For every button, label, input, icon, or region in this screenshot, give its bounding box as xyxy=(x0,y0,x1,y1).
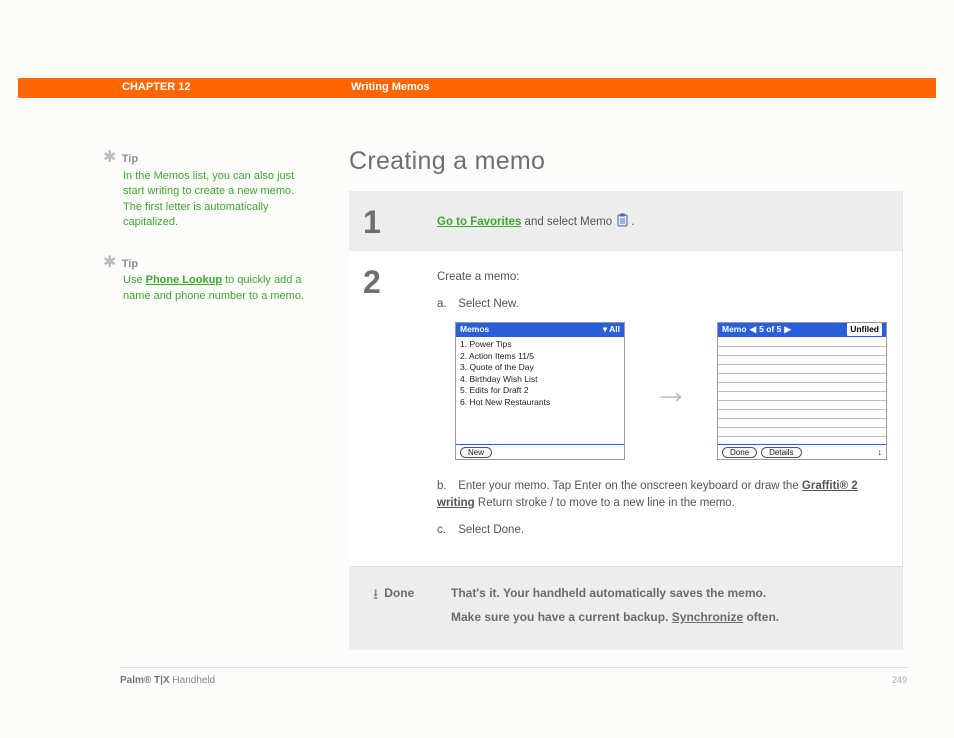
substep-letter: c. xyxy=(437,522,455,539)
memos-list-screen: Memos ▾ All 1. Power Tips 2. Action Item… xyxy=(455,322,625,460)
chapter-label: CHAPTER 12 xyxy=(122,80,190,96)
asterisk-icon: ✱ xyxy=(103,150,116,166)
page-number: 249 xyxy=(892,674,907,689)
device-screenshots: Memos ▾ All 1. Power Tips 2. Action Item… xyxy=(455,322,887,460)
phone-lookup-link[interactable]: Phone Lookup xyxy=(146,274,222,286)
done-block: ⭳ Done That's it. Your handheld automati… xyxy=(349,566,903,650)
substep-letter: a. xyxy=(437,296,455,313)
nav-prev-icon[interactable]: ◀ xyxy=(750,323,757,336)
chapter-header-bar: CHAPTER 12 Writing Memos xyxy=(18,78,936,98)
substep-b: b. Enter your memo. Tap Enter on the ons… xyxy=(437,478,887,511)
details-button[interactable]: Details xyxy=(761,447,801,458)
substep-text: Select Done. xyxy=(458,524,524,536)
list-item[interactable]: 2. Action Items 11/5 xyxy=(460,351,620,362)
step-body: Go to Favorites and select Memo . xyxy=(423,191,902,251)
screen-title: Memos xyxy=(460,323,489,336)
tip-block-1: ✱ Tip In the Memos list, you can also ju… xyxy=(103,150,308,231)
memo-text-area[interactable] xyxy=(718,336,886,445)
list-item[interactable]: 1. Power Tips xyxy=(460,339,620,350)
done-text: often. xyxy=(743,610,779,624)
done-text: Make sure you have a current backup. xyxy=(451,610,672,624)
nav-next-icon[interactable]: ▶ xyxy=(784,323,791,336)
down-arrow-icon: ⭳ xyxy=(373,585,378,605)
substep-text: Enter your memo. Tap Enter on the onscre… xyxy=(458,480,802,492)
asterisk-icon: ✱ xyxy=(103,255,116,271)
tip-body: Use Phone Lookup to quickly add a name a… xyxy=(123,273,308,304)
synchronize-link[interactable]: Synchronize xyxy=(672,610,743,624)
arrow-right-icon: → xyxy=(653,373,689,409)
tips-sidebar: ✱ Tip In the Memos list, you can also ju… xyxy=(103,150,308,328)
step-number: 2 xyxy=(349,251,423,566)
list-item[interactable]: 5. Edits for Draft 2 xyxy=(460,385,620,396)
memo-edit-screen: Memo ◀ 5 of 5 ▶ Unfiled Done Details ↓ xyxy=(717,322,887,460)
step-number: 1 xyxy=(349,191,423,251)
tip-label: Tip xyxy=(122,258,138,270)
category-dropdown[interactable]: ▾ All xyxy=(603,323,620,336)
step-1: 1 Go to Favorites and select Memo . xyxy=(349,191,903,251)
list-item[interactable]: 4. Birthday Wish List xyxy=(460,374,620,385)
screen-title: Memo xyxy=(722,323,747,336)
tip-body: In the Memos list, you can also just sta… xyxy=(123,169,308,231)
step-body: Create a memo: a. Select New. Memos ▾ Al… xyxy=(423,251,909,566)
substep-letter: b. xyxy=(437,478,455,495)
section-label: Writing Memos xyxy=(351,80,430,96)
done-body: That's it. Your handheld automatically s… xyxy=(437,585,880,626)
category-dropdown[interactable]: Unfiled xyxy=(847,323,882,336)
tip-label: Tip xyxy=(122,153,138,165)
step-intro: Create a memo: xyxy=(437,269,887,286)
step-2: 2 Create a memo: a. Select New. Memos ▾ … xyxy=(349,251,903,566)
substep-a: a. Select New. xyxy=(437,296,887,313)
tip-text: Use xyxy=(123,274,146,286)
screen-footer: New xyxy=(456,445,624,459)
page-footer: Palm® T|X Handheld 249 xyxy=(120,667,907,689)
new-button[interactable]: New xyxy=(460,447,492,458)
substep-text: Return stroke / to move to a new line in… xyxy=(478,497,735,509)
list-item[interactable]: 6. Hot New Restaurants xyxy=(460,397,620,408)
list-item[interactable]: 3. Quote of the Day xyxy=(460,362,620,373)
done-button[interactable]: Done xyxy=(722,447,757,458)
nav-position: 5 of 5 xyxy=(759,323,781,336)
product-name: Palm® T|X Handheld xyxy=(120,674,215,689)
done-label: Done xyxy=(384,585,414,602)
tip-block-2: ✱ Tip Use Phone Lookup to quickly add a … xyxy=(103,255,308,305)
scroll-down-icon[interactable]: ↓ xyxy=(878,446,883,459)
main-content: Creating a memo 1 Go to Favorites and se… xyxy=(349,143,903,650)
screen-header: Memo ◀ 5 of 5 ▶ Unfiled xyxy=(718,323,886,336)
memo-app-icon xyxy=(615,213,631,229)
done-text: That's it. Your handheld automatically s… xyxy=(451,585,880,602)
page-title: Creating a memo xyxy=(349,143,903,179)
go-to-favorites-link[interactable]: Go to Favorites xyxy=(437,216,521,228)
screen-footer: Done Details ↓ xyxy=(718,445,886,459)
screen-header: Memos ▾ All xyxy=(456,323,624,336)
substep-text: Select New. xyxy=(458,298,519,310)
step-text: and select Memo xyxy=(521,216,615,228)
substep-c: c. Select Done. xyxy=(437,522,887,539)
screen-body: 1. Power Tips 2. Action Items 11/5 3. Qu… xyxy=(456,336,624,445)
